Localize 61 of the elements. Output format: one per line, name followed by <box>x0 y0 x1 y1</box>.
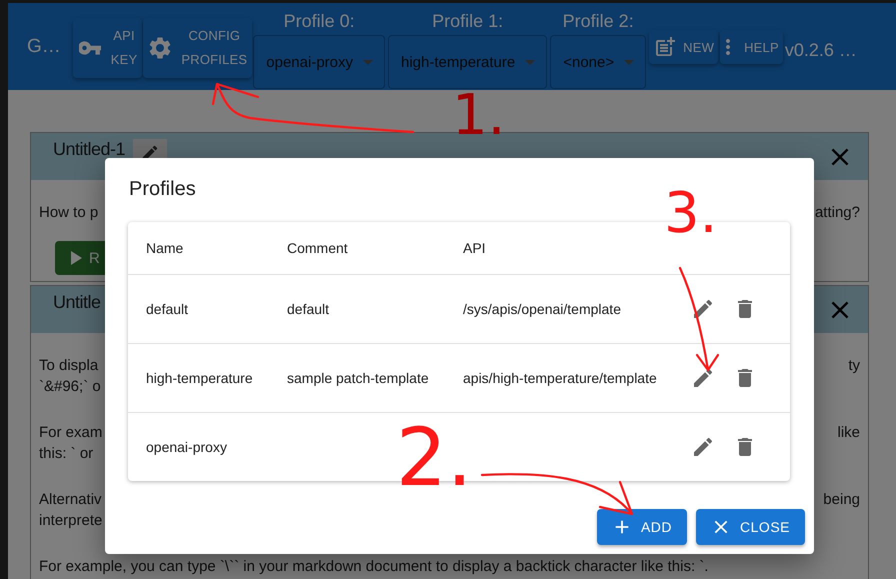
trash-icon <box>735 437 755 457</box>
dropdown-caret-icon <box>624 60 634 64</box>
note-text: like <box>837 423 860 443</box>
delete-button[interactable] <box>735 437 755 457</box>
profile-label: Profile 1: <box>432 10 504 33</box>
trash-icon <box>735 299 755 319</box>
more-vert-icon <box>726 39 730 55</box>
table-cell-text: sample patch-template <box>287 370 430 386</box>
toolbar-button[interactable]: CONFIG PROFILES <box>143 18 252 78</box>
column-header: API <box>463 240 487 256</box>
note-text: To displa <box>39 356 98 376</box>
annotation-number: 1. <box>452 88 506 144</box>
profile-select[interactable]: <none> <box>550 35 646 89</box>
profile-select[interactable]: high-temperature <box>388 35 548 89</box>
table-cell-text: default <box>287 301 330 317</box>
note-text: this: ` or <box>39 444 94 464</box>
toolbar-button[interactable]: NEW <box>649 30 718 64</box>
dropdown-caret-icon <box>363 60 373 64</box>
toolbar-button[interactable]: HELP <box>720 30 783 64</box>
note-text: For example, you can type `\`` in your markdown document to display a backtick character like this: `. <box>39 557 708 577</box>
annotation-number: 3. <box>664 186 718 242</box>
trash-icon <box>735 368 755 388</box>
table-cell-text: default <box>146 301 190 317</box>
table-cell-text: openai-proxy <box>146 439 228 455</box>
settings-icon <box>149 37 172 59</box>
delete-button[interactable] <box>735 368 755 388</box>
table-cell-text: apis/high-temperature/template <box>463 370 658 386</box>
table-cell-text: /sys/apis/openai/template <box>463 301 622 317</box>
close-button[interactable]: CLOSE <box>696 509 805 545</box>
dialog-title: Profiles <box>128 177 197 202</box>
pencil-icon <box>693 368 713 388</box>
toolbar-button[interactable]: API KEY <box>72 18 142 78</box>
add-button[interactable]: ADD <box>596 509 688 545</box>
app-title: G… <box>27 36 61 58</box>
edit-button[interactable] <box>693 299 713 319</box>
pencil-icon <box>693 299 713 319</box>
annotation-number: 2. <box>396 418 472 498</box>
note-title: Untitle <box>53 292 101 313</box>
note-text: Alternativ <box>39 490 102 510</box>
column-header: Comment <box>287 240 349 256</box>
profile-label: Profile 0: <box>284 10 355 33</box>
plus-icon <box>612 518 631 536</box>
profile-select[interactable]: openai-proxy <box>253 35 385 89</box>
note-text: being <box>823 490 860 510</box>
profile-label: Profile 2: <box>562 10 634 33</box>
note-text: interprete <box>39 511 102 531</box>
note-text: For exam <box>39 423 102 443</box>
delete-button[interactable] <box>735 299 755 319</box>
note-title: Untitled-1 <box>53 139 126 160</box>
column-header: Name <box>146 240 184 256</box>
note-text: atting? <box>814 203 860 223</box>
dropdown-caret-icon <box>525 60 536 64</box>
note-text: ty <box>848 356 860 376</box>
document-plus-icon <box>655 37 676 57</box>
edit-button[interactable] <box>693 437 713 457</box>
note-text: `&#96;` o <box>39 377 101 397</box>
note-text: How to p <box>39 203 98 223</box>
pencil-icon <box>693 437 713 457</box>
table-cell-text: high-temperature <box>146 370 254 386</box>
version-label: v0.2.6 … <box>784 40 857 62</box>
edit-button[interactable] <box>693 368 713 388</box>
